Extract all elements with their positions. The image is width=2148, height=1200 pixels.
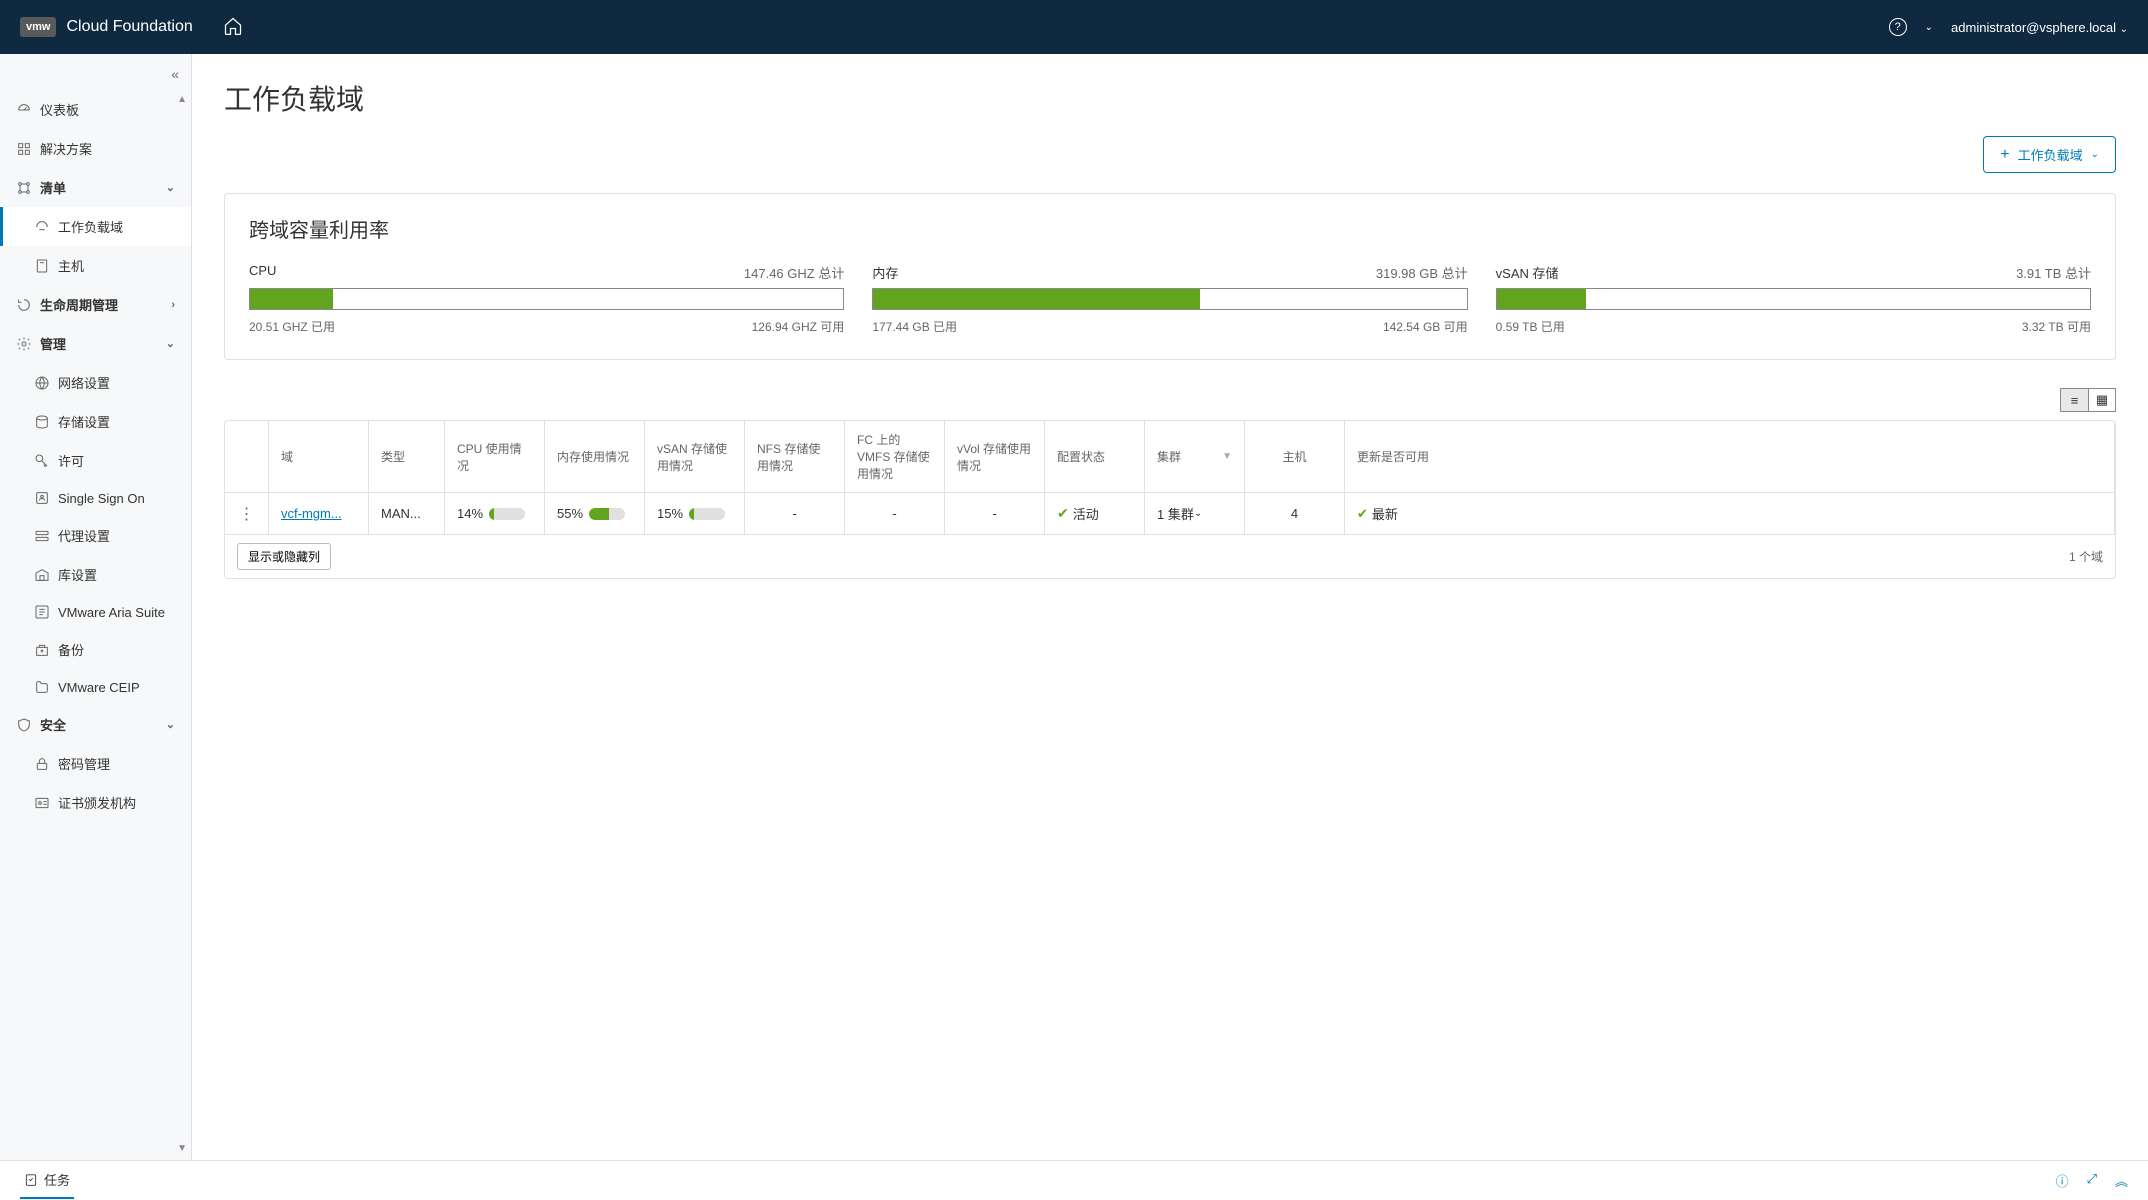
capacity-title: 跨域容量利用率 — [249, 214, 2091, 243]
add-workload-domain-button[interactable]: + 工作负载域 ⌄ — [1983, 136, 2116, 173]
sidebar: « ▲ 仪表板 解决方案 清单 ⌄ 工作负载域 主机 — [0, 54, 192, 1160]
col-cpu[interactable]: CPU 使用情况 — [445, 421, 545, 492]
tasks-icon — [24, 1173, 38, 1187]
check-icon: ✔ — [1357, 506, 1368, 522]
table-row[interactable]: ⋮ vcf-mgm... MAN... 14% 55% 15% - - - ✔活… — [225, 493, 2115, 535]
filter-icon[interactable]: ▼ — [1222, 451, 1232, 462]
nav-licensing[interactable]: 许可 — [0, 441, 191, 480]
nav-ceip[interactable]: VMware CEIP — [0, 669, 191, 705]
app-header: vmw Cloud Foundation ? ⌄ administrator@v… — [0, 0, 2148, 54]
chevron-down-icon: ⌄ — [166, 337, 175, 350]
grid-view-icon[interactable]: ▦ — [2088, 388, 2116, 412]
help-icon[interactable]: ⓘ — [2056, 1171, 2069, 1190]
nav-storage-settings[interactable]: 存储设置 — [0, 402, 191, 441]
nav-depot[interactable]: 库设置 — [0, 555, 191, 594]
nav-proxy[interactable]: 代理设置 — [0, 516, 191, 555]
col-mem[interactable]: 内存使用情况 — [545, 421, 645, 492]
chevron-down-icon: ⌄ — [2091, 149, 2099, 160]
bottom-bar: 任务 ⓘ ⤢ ︽ — [0, 1160, 2148, 1200]
expand-icon[interactable]: ⤢ — [2087, 1171, 2097, 1190]
nav-backup[interactable]: 备份 — [0, 630, 191, 669]
domain-table: 域 类型 CPU 使用情况 内存使用情况 vSAN 存储使用情况 NFS 存储使… — [224, 420, 2116, 579]
nav-network-settings[interactable]: 网络设置 — [0, 363, 191, 402]
tasks-tab[interactable]: 任务 — [20, 1162, 74, 1199]
page-title: 工作负载域 — [224, 78, 2116, 118]
logo: vmw — [20, 17, 56, 37]
col-nfs[interactable]: NFS 存储使用情况 — [745, 421, 845, 492]
nav-admin[interactable]: 管理 ⌄ — [0, 324, 191, 363]
nav-cert[interactable]: 证书颁发机构 — [0, 783, 191, 822]
nav-sso[interactable]: Single Sign On — [0, 480, 191, 516]
list-view-icon[interactable]: ≡ — [2060, 388, 2088, 412]
col-vvol[interactable]: vVol 存储使用情况 — [945, 421, 1045, 492]
nav-lifecycle[interactable]: 生命周期管理 › — [0, 285, 191, 324]
nav-security[interactable]: 安全 ⌄ — [0, 705, 191, 744]
col-domain[interactable]: 域 — [269, 421, 369, 492]
col-vsan[interactable]: vSAN 存储使用情况 — [645, 421, 745, 492]
scroll-up-icon[interactable]: ▲ — [175, 92, 189, 107]
product-name: Cloud Foundation — [66, 18, 192, 36]
scroll-down-icon[interactable]: ▼ — [175, 1141, 189, 1156]
home-icon[interactable] — [223, 16, 243, 39]
chevron-down-icon: ⌄ — [166, 718, 175, 731]
col-status[interactable]: 配置状态 — [1045, 421, 1145, 492]
table-header: 域 类型 CPU 使用情况 内存使用情况 vSAN 存储使用情况 NFS 存储使… — [225, 421, 2115, 493]
toggle-columns-button[interactable]: 显示或隐藏列 — [237, 543, 331, 570]
nav-solutions[interactable]: 解决方案 — [0, 129, 191, 168]
capacity-vsan: vSAN 存储3.91 TB 总计 0.59 TB 已用3.32 TB 可用 — [1496, 263, 2091, 335]
capacity-memory: 内存319.98 GB 总计 177.44 GB 已用142.54 GB 可用 — [872, 263, 1467, 335]
chevron-down-icon: ⌄ — [1194, 508, 1202, 519]
help-icon[interactable]: ? — [1889, 18, 1907, 36]
nav-password[interactable]: 密码管理 — [0, 744, 191, 783]
col-vmfs[interactable]: FC 上的 VMFS 存储使用情况 — [845, 421, 945, 492]
status-ok-icon: ✔ — [1057, 505, 1069, 522]
domain-count: 1 个域 — [2069, 548, 2103, 565]
nav-aria[interactable]: VMware Aria Suite — [0, 594, 191, 630]
help-chevron-icon[interactable]: ⌄ — [1925, 22, 1933, 33]
table-footer: 显示或隐藏列 1 个域 — [225, 535, 2115, 578]
nav-workload-domains[interactable]: 工作负载域 — [0, 207, 191, 246]
chevron-right-icon: › — [171, 299, 175, 311]
col-type[interactable]: 类型 — [369, 421, 445, 492]
user-menu[interactable]: administrator@vsphere.local ⌄ — [1951, 20, 2128, 35]
plus-icon: + — [2000, 147, 2009, 163]
col-host[interactable]: 主机 — [1245, 421, 1345, 492]
main-content: 工作负载域 + 工作负载域 ⌄ 跨域容量利用率 CPU147.46 GHZ 总计… — [192, 54, 2148, 1160]
col-update[interactable]: 更新是否可用 — [1345, 421, 2115, 492]
row-actions-icon[interactable]: ⋮ — [239, 504, 255, 524]
capacity-cpu: CPU147.46 GHZ 总计 20.51 GHZ 已用126.94 GHZ … — [249, 263, 844, 335]
view-toggle: ≡ ▦ — [224, 388, 2116, 412]
domain-link[interactable]: vcf-mgm... — [281, 506, 342, 521]
col-cluster[interactable]: 集群▼ — [1145, 421, 1245, 492]
sidebar-collapse-icon[interactable]: « — [165, 60, 185, 88]
capacity-panel: 跨域容量利用率 CPU147.46 GHZ 总计 20.51 GHZ 已用126… — [224, 193, 2116, 360]
nav-hosts[interactable]: 主机 — [0, 246, 191, 285]
nav-inventory[interactable]: 清单 ⌄ — [0, 168, 191, 207]
collapse-icon[interactable]: ︽ — [2115, 1171, 2128, 1190]
nav-dashboard[interactable]: 仪表板 — [0, 90, 191, 129]
chevron-down-icon: ⌄ — [166, 181, 175, 194]
